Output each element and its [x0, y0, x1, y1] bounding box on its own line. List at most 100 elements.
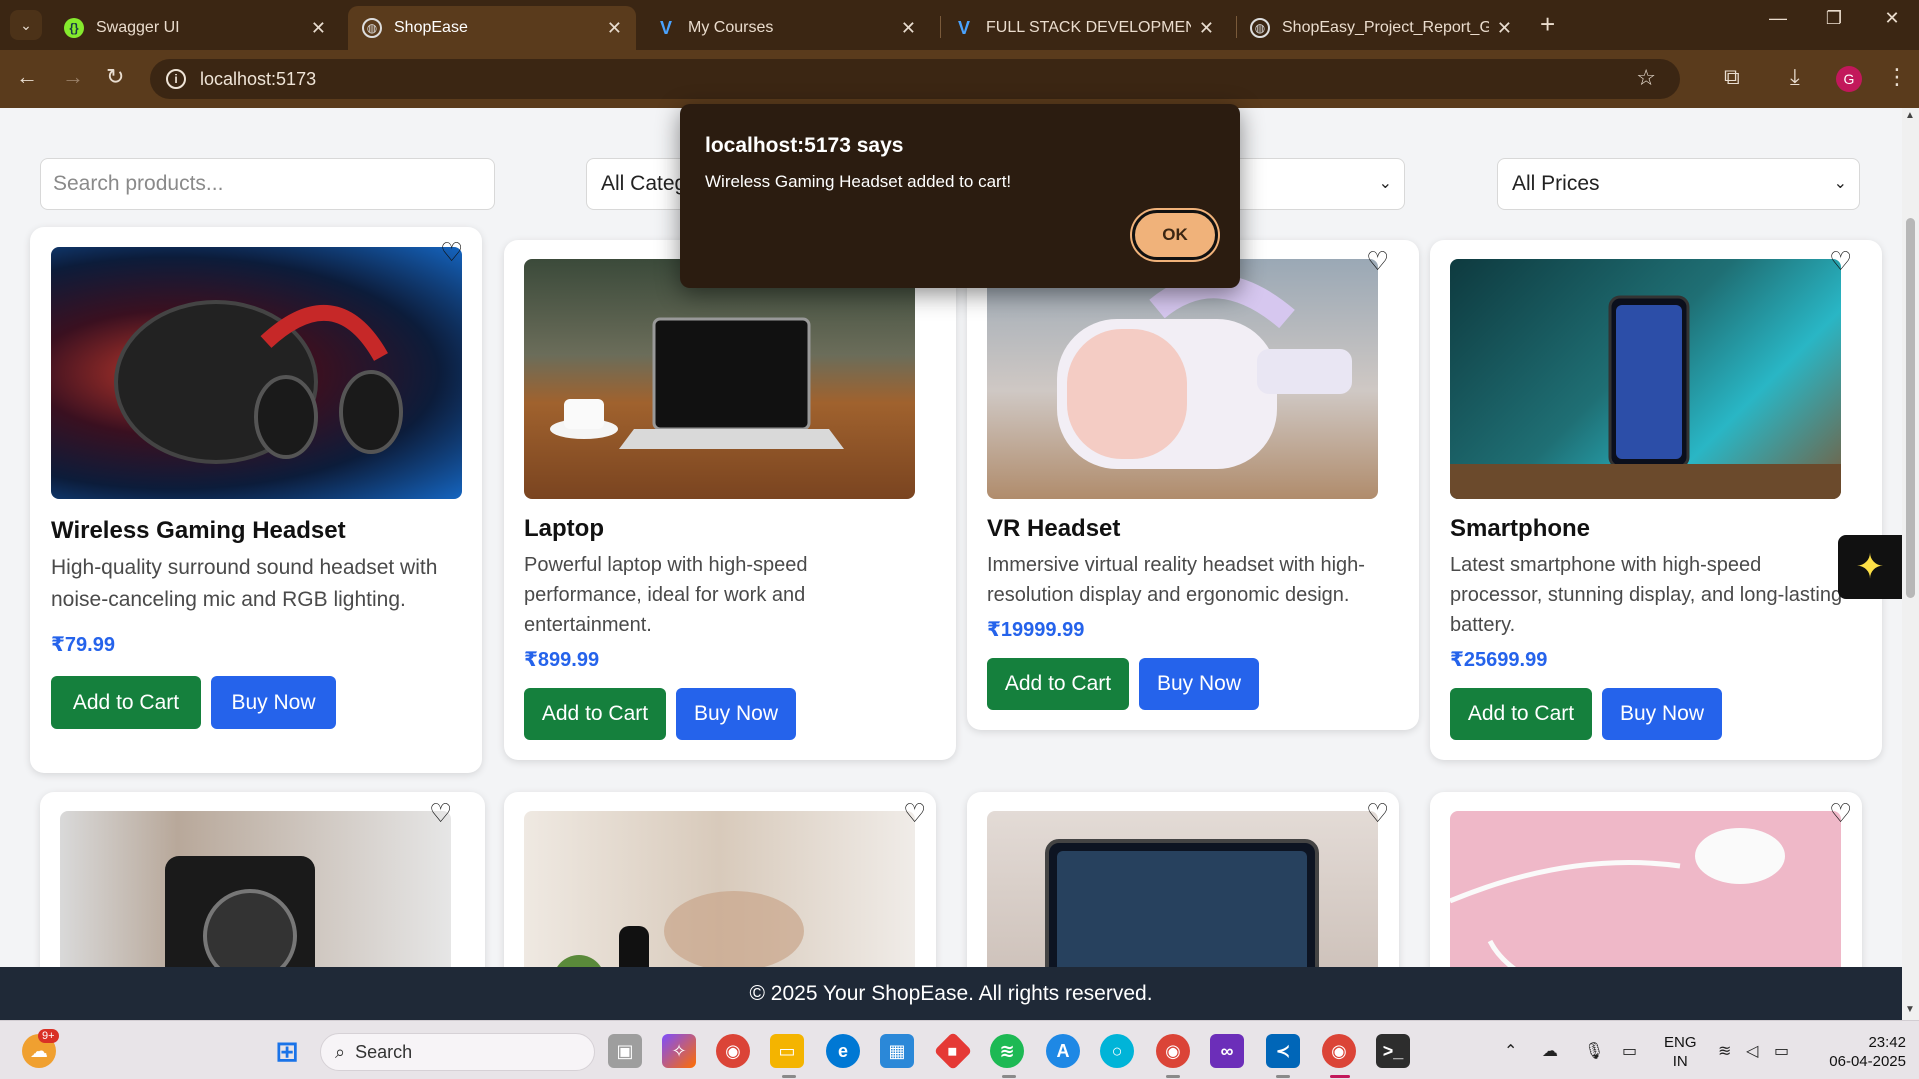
product-card-camera[interactable]: ♡: [40, 792, 485, 967]
tab-shopeasy-project-report[interactable]: ◍ ShopEasy_Project_Report_GRAC ✕: [1236, 6, 1526, 50]
new-tab-plus-icon[interactable]: +: [1540, 10, 1555, 38]
spotify-icon[interactable]: ≋: [990, 1034, 1024, 1068]
alexa-icon[interactable]: ○: [1100, 1034, 1134, 1068]
headset-illustration: [114, 300, 403, 464]
product-description: Immersive virtual reality headset with h…: [987, 554, 1365, 606]
wishlist-heart-icon[interactable]: ♡: [1366, 798, 1389, 829]
close-window-icon[interactable]: ✕: [1872, 8, 1912, 29]
search-products-input[interactable]: [40, 158, 495, 210]
product-card-speaker[interactable]: ♡: [504, 792, 936, 967]
dialog-title: localhost:5173 says: [705, 134, 904, 157]
add-to-cart-button[interactable]: Add to Cart: [51, 676, 201, 729]
product-name: Smartphone: [1450, 515, 1591, 542]
onedrive-cloud-icon[interactable]: ☁: [1542, 1021, 1558, 1079]
scroll-down-arrow-icon[interactable]: ▼: [1905, 1004, 1915, 1015]
language-indicator[interactable]: ENG IN: [1664, 1033, 1697, 1071]
wishlist-heart-icon[interactable]: ♡: [903, 798, 926, 829]
buy-now-button[interactable]: Buy Now: [1602, 688, 1722, 740]
profile-avatar[interactable]: G: [1836, 66, 1862, 92]
battery-icon[interactable]: ▭: [1774, 1021, 1789, 1079]
product-description: Powerful laptop with high-speed performa…: [524, 554, 808, 636]
dialog-ok-button[interactable]: OK: [1132, 210, 1218, 260]
product-card-vr-headset[interactable]: ♡ VR Headset Immersive virtual reality h…: [967, 240, 1419, 730]
bookmark-star-icon[interactable]: ☆: [1636, 65, 1656, 91]
show-hidden-icons-chevron-icon[interactable]: ⌃: [1504, 1021, 1517, 1079]
chrome-icon[interactable]: ◉: [716, 1034, 750, 1068]
wishlist-heart-icon[interactable]: ♡: [1366, 246, 1389, 277]
vscode-icon[interactable]: ≺: [1266, 1034, 1300, 1068]
edge-icon[interactable]: e: [826, 1034, 860, 1068]
back-arrow-icon[interactable]: ←: [16, 64, 38, 90]
add-to-cart-button[interactable]: Add to Cart: [524, 688, 666, 740]
chrome-profile-icon[interactable]: ◉: [1322, 1034, 1356, 1068]
volume-icon[interactable]: ◁: [1746, 1021, 1758, 1079]
scroll-up-arrow-icon[interactable]: ▲: [1905, 110, 1915, 121]
terminal-icon[interactable]: >_: [1376, 1034, 1410, 1068]
close-icon[interactable]: ✕: [1497, 18, 1512, 39]
address-bar[interactable]: i localhost:5173 ☆: [150, 59, 1680, 99]
laptop-illustration: [550, 317, 844, 449]
reload-icon[interactable]: ↻: [106, 64, 124, 90]
scrollbar-thumb[interactable]: [1906, 218, 1915, 598]
close-icon[interactable]: ✕: [1199, 18, 1214, 39]
product-price: ₹899.99: [524, 649, 600, 671]
taskbar-search-box[interactable]: ⌕ Search: [320, 1033, 595, 1071]
close-icon[interactable]: ✕: [901, 18, 916, 39]
file-explorer-icon[interactable]: ▭: [770, 1034, 804, 1068]
earphones-illustration: [1450, 828, 1785, 967]
wishlist-heart-icon[interactable]: ♡: [1829, 798, 1852, 829]
ai-assistant-sparkle-icon[interactable]: ✦: [1838, 535, 1902, 599]
page-scrollbar[interactable]: ▲ ▼: [1902, 108, 1919, 1020]
microphone-icon[interactable]: 🎙: [1584, 1021, 1604, 1079]
chevron-down-icon: ⌄: [1833, 175, 1847, 192]
buy-now-button[interactable]: Buy Now: [211, 676, 336, 729]
product-card-earphones[interactable]: ♡: [1430, 792, 1862, 967]
visual-studio-icon[interactable]: ∞: [1210, 1034, 1244, 1068]
copilot-icon[interactable]: ✧: [662, 1034, 696, 1068]
download-icon[interactable]: ⤓: [1790, 64, 1800, 90]
tab-my-courses[interactable]: V My Courses ✕: [642, 6, 930, 50]
taskbar-clock[interactable]: 23:42 06-04-2025: [1810, 1033, 1906, 1071]
product-description: Latest smartphone with high-speed proces…: [1450, 554, 1843, 636]
wishlist-heart-icon[interactable]: ♡: [1829, 246, 1852, 277]
display-icon[interactable]: ▭: [1622, 1021, 1637, 1079]
product-image: [987, 259, 1378, 499]
chevron-down-icon: ⌄: [20, 16, 32, 33]
product-card-gaming-headset[interactable]: ♡ Wireless Gaming Headset High-quality s…: [30, 227, 482, 773]
vr-headset-illustration: [1057, 274, 1352, 469]
restore-icon[interactable]: ❐: [1814, 8, 1854, 29]
tab-swagger-ui[interactable]: {} Swagger UI ✕: [50, 6, 340, 50]
product-card-laptop[interactable]: ♡ Laptop Powerful laptop with high-speed…: [504, 240, 956, 760]
url-text: localhost:5173: [200, 68, 317, 89]
buy-now-button[interactable]: Buy Now: [676, 688, 796, 740]
task-view-icon[interactable]: ▣: [608, 1034, 642, 1068]
app-store-icon[interactable]: A: [1046, 1034, 1080, 1068]
courses-icon: V: [957, 17, 970, 38]
extensions-puzzle-icon[interactable]: ⧉: [1724, 64, 1740, 90]
forward-arrow-icon[interactable]: →: [62, 64, 84, 90]
microsoft-store-icon[interactable]: ▦: [880, 1034, 914, 1068]
add-to-cart-button[interactable]: Add to Cart: [1450, 688, 1592, 740]
chrome-icon[interactable]: ◉: [1156, 1034, 1190, 1068]
price-select[interactable]: All Prices ⌄: [1497, 158, 1860, 210]
add-to-cart-button[interactable]: Add to Cart: [987, 658, 1129, 710]
alert-dialog: localhost:5173 says Wireless Gaming Head…: [680, 104, 1240, 288]
kebab-menu-icon[interactable]: ⋮: [1886, 64, 1908, 90]
buy-now-button[interactable]: Buy Now: [1139, 658, 1259, 710]
tab-shopease[interactable]: ◍ ShopEase ✕: [348, 6, 636, 50]
tab-search-button[interactable]: ⌄: [10, 10, 42, 40]
site-info-icon[interactable]: i: [166, 69, 186, 89]
product-card-smartphone[interactable]: ♡ Smartphone Latest smartphone with high…: [1430, 240, 1882, 760]
tab-full-stack-development[interactable]: V FULL STACK DEVELOPMENT - C ✕: [940, 6, 1228, 50]
product-card-tablet[interactable]: ♡: [967, 792, 1399, 967]
running-indicator: [1166, 1075, 1180, 1078]
windows-start-icon[interactable]: ⊞: [270, 1034, 304, 1068]
wishlist-heart-icon[interactable]: ♡: [429, 798, 452, 829]
diamond-app-icon[interactable]: ◆: [933, 1031, 973, 1071]
wishlist-heart-icon[interactable]: ♡: [440, 237, 463, 268]
speaker-illustration: [557, 891, 804, 967]
minimize-icon[interactable]: —: [1758, 8, 1798, 29]
close-icon[interactable]: ✕: [311, 18, 326, 39]
close-icon[interactable]: ✕: [607, 18, 622, 39]
wifi-icon[interactable]: ≋: [1718, 1021, 1731, 1079]
